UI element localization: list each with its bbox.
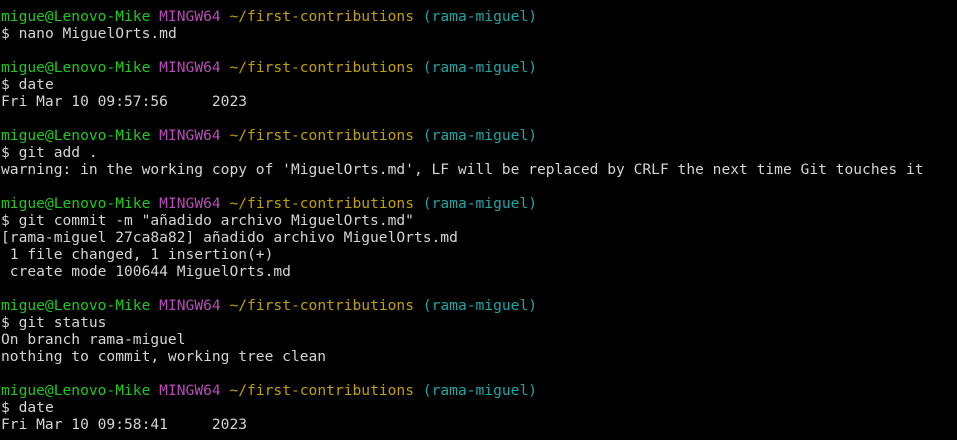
output-line: create mode 100644 MiguelOrts.md	[1, 263, 291, 280]
prompt-user-host: migue@Lenovo-Mike	[1, 297, 151, 314]
prompt-line: migue@Lenovo-Mike MINGW64 ~/first-contri…	[1, 127, 957, 144]
command-text: git commit -m "añadido archivo MiguelOrt…	[18, 212, 414, 229]
prompt-symbol: $	[1, 144, 10, 161]
command-line[interactable]: $ git add .	[1, 144, 957, 161]
prompt-user-host: migue@Lenovo-Mike	[1, 382, 151, 399]
prompt-user-host: migue@Lenovo-Mike	[1, 127, 151, 144]
prompt-path: ~/first-contributions	[229, 382, 414, 399]
prompt-line: migue@Lenovo-Mike MINGW64 ~/first-contri…	[1, 8, 957, 25]
command-text: nano MiguelOrts.md	[18, 25, 177, 42]
output-line: Fri Mar 10 09:57:56 2023	[1, 93, 248, 110]
prompt-branch: (rama-miguel)	[422, 297, 538, 314]
prompt-env: MINGW64	[159, 382, 221, 399]
command-line[interactable]: $ git status	[1, 314, 957, 331]
prompt-path: ~/first-contributions	[229, 127, 414, 144]
prompt-branch: (rama-miguel)	[422, 127, 538, 144]
prompt-env: MINGW64	[159, 59, 221, 76]
output-line: warning: in the working copy of 'MiguelO…	[1, 161, 924, 178]
command-line[interactable]: $ date	[1, 76, 957, 93]
prompt-env: MINGW64	[159, 127, 221, 144]
prompt-env: MINGW64	[159, 297, 221, 314]
prompt-user-host: migue@Lenovo-Mike	[1, 59, 151, 76]
output-line: [rama-miguel 27ca8a82] añadido archivo M…	[1, 229, 458, 246]
prompt-line: migue@Lenovo-Mike MINGW64 ~/first-contri…	[1, 297, 957, 314]
output-line: Fri Mar 10 09:58:41 2023	[1, 416, 248, 433]
output-line: On branch rama-miguel	[1, 331, 186, 348]
prompt-env: MINGW64	[159, 195, 221, 212]
prompt-branch: (rama-miguel)	[422, 382, 538, 399]
command-line[interactable]: $ nano MiguelOrts.md	[1, 25, 957, 42]
prompt-path: ~/first-contributions	[229, 195, 414, 212]
prompt-line: migue@Lenovo-Mike MINGW64 ~/first-contri…	[1, 59, 957, 76]
prompt-path: ~/first-contributions	[229, 8, 414, 25]
prompt-branch: (rama-miguel)	[422, 195, 538, 212]
prompt-symbol: $	[1, 25, 10, 42]
output-line: nothing to commit, working tree clean	[1, 348, 327, 365]
terminal-window[interactable]: migue@Lenovo-Mike MINGW64 ~/first-contri…	[0, 0, 957, 440]
prompt-symbol: $	[1, 212, 10, 229]
command-text: date	[18, 399, 54, 416]
prompt-user-host: migue@Lenovo-Mike	[1, 8, 151, 25]
command-line[interactable]: $ git commit -m "añadido archivo MiguelO…	[1, 212, 957, 229]
output-line: 1 file changed, 1 insertion(+)	[1, 246, 274, 263]
prompt-path: ~/first-contributions	[229, 297, 414, 314]
command-text: git status	[18, 314, 107, 331]
command-text: date	[18, 76, 54, 93]
command-text: git add .	[18, 144, 98, 161]
command-line[interactable]: $ date	[1, 399, 957, 416]
prompt-branch: (rama-miguel)	[422, 8, 538, 25]
prompt-path: ~/first-contributions	[229, 59, 414, 76]
prompt-env: MINGW64	[159, 8, 221, 25]
prompt-symbol: $	[1, 399, 10, 416]
prompt-line: migue@Lenovo-Mike MINGW64 ~/first-contri…	[1, 382, 957, 399]
prompt-symbol: $	[1, 76, 10, 93]
prompt-branch: (rama-miguel)	[422, 59, 538, 76]
prompt-symbol: $	[1, 314, 10, 331]
prompt-line: migue@Lenovo-Mike MINGW64 ~/first-contri…	[1, 195, 957, 212]
prompt-user-host: migue@Lenovo-Mike	[1, 195, 151, 212]
